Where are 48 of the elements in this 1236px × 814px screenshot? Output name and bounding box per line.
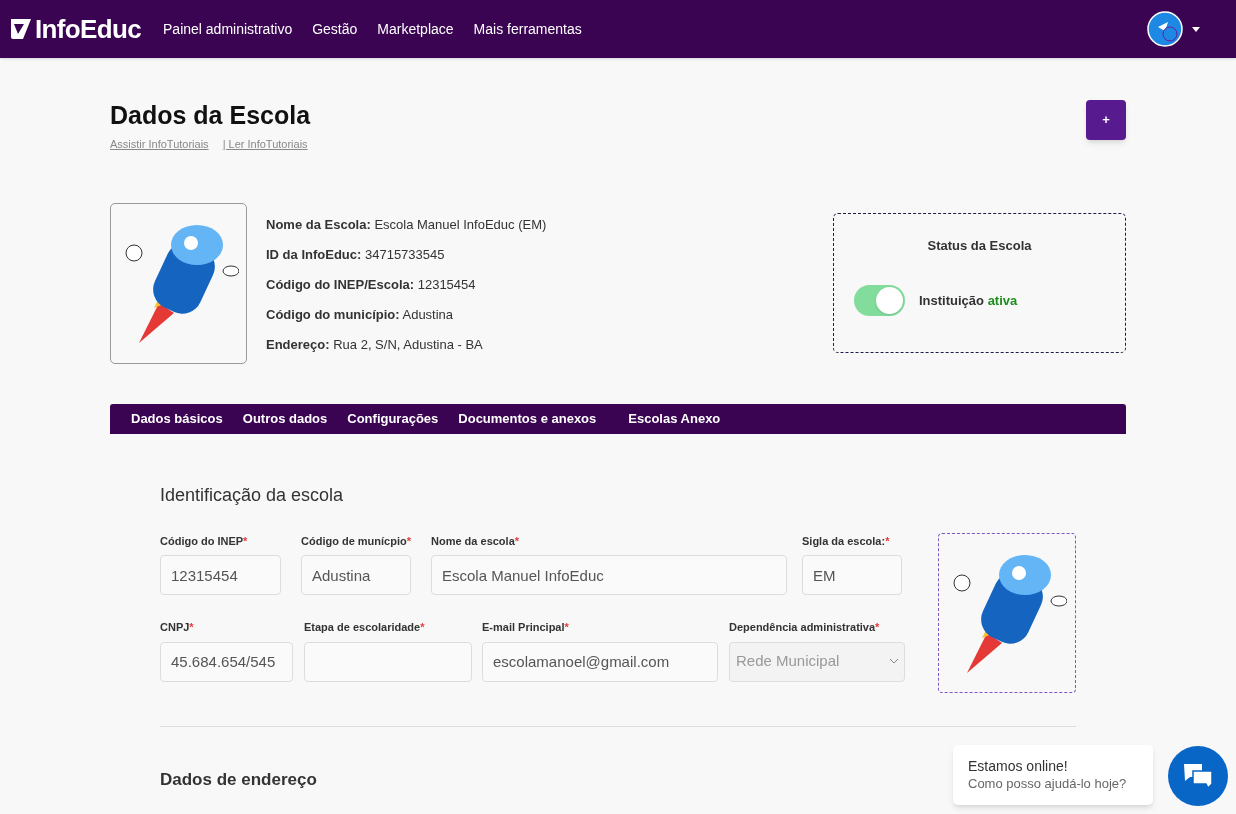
status-toggle[interactable] — [854, 285, 905, 316]
chat-bubble[interactable]: Estamos online! Como posso ajudá-lo hoje? — [953, 745, 1153, 805]
avatar-icon[interactable] — [1146, 10, 1184, 48]
chat-button[interactable] — [1168, 746, 1228, 806]
chat-title: Estamos online! — [968, 758, 1069, 775]
field-label: Dependência administrativa* — [729, 620, 881, 635]
info-line: Endereço: Rua 2, S/N, Adustina - BA — [266, 335, 484, 354]
input-field[interactable] — [304, 641, 472, 682]
nav-link[interactable]: Mais ferramentas — [473, 18, 582, 40]
tab[interactable]: Configurações — [347, 403, 439, 434]
tab[interactable]: Documentos e anexos — [458, 403, 597, 434]
caret-icon[interactable] — [1192, 26, 1200, 32]
chevron-icon — [890, 659, 898, 664]
field-label: Código de munícpio* — [301, 533, 411, 549]
info-line: Código do município: Adustina — [266, 305, 455, 324]
nav-link[interactable]: Marketplace — [377, 18, 454, 40]
field-label: CNPJ* — [160, 620, 195, 635]
logo-icon — [10, 18, 32, 40]
logo-text: InfoEduc — [35, 12, 141, 46]
info-line: Nome da Escola: Escola Manuel InfoEduc (EM) — [266, 215, 547, 234]
chat-subtitle: Como posso ajudá-lo hoje? — [968, 775, 1128, 793]
tutorial-link[interactable]: | Ler InfoTutoriais — [222, 136, 308, 153]
info-line: Código do INEP/Escola: 12315454 — [266, 275, 477, 294]
tutorial-link[interactable]: Assistir InfoTutoriais — [110, 136, 209, 153]
add-button[interactable]: + — [1086, 100, 1126, 140]
page-title: Dados da Escola — [110, 100, 311, 130]
nav-link[interactable]: Painel administrativo — [163, 18, 293, 40]
tab[interactable]: Escolas Anexo — [628, 403, 721, 434]
input-field[interactable]: 12315454 — [160, 555, 281, 595]
info-line: ID da InfoEduc: 34715733545 — [266, 245, 446, 264]
input-field[interactable]: Adustina — [301, 555, 411, 595]
field-label: Etapa de escolaridade* — [304, 620, 426, 635]
input-field[interactable]: Escola Manuel InfoEduc — [431, 555, 787, 595]
field-label: Sigla da escola:* — [802, 533, 891, 549]
field-label: E-mail Principal* — [482, 620, 570, 635]
status-label: Instituição ativa — [919, 291, 1018, 310]
input-field[interactable]: EM — [802, 555, 902, 595]
field-label: Nome da escola* — [431, 533, 521, 549]
tab[interactable]: Outros dados — [242, 403, 328, 434]
tab[interactable]: Dados básicos — [131, 403, 223, 434]
input-field[interactable]: escolamanoel@gmail.com — [482, 641, 718, 682]
field-label: Código do INEP* — [160, 533, 249, 549]
input-field[interactable]: 45.684.654/545 — [160, 641, 293, 682]
chat-icon — [1182, 762, 1214, 790]
section-title: Dados de endereço — [160, 768, 317, 791]
status-title: Status da Escola — [926, 236, 1033, 255]
nav-link[interactable]: Gestão — [312, 18, 358, 40]
section-title: Identificação da escola — [160, 483, 344, 507]
